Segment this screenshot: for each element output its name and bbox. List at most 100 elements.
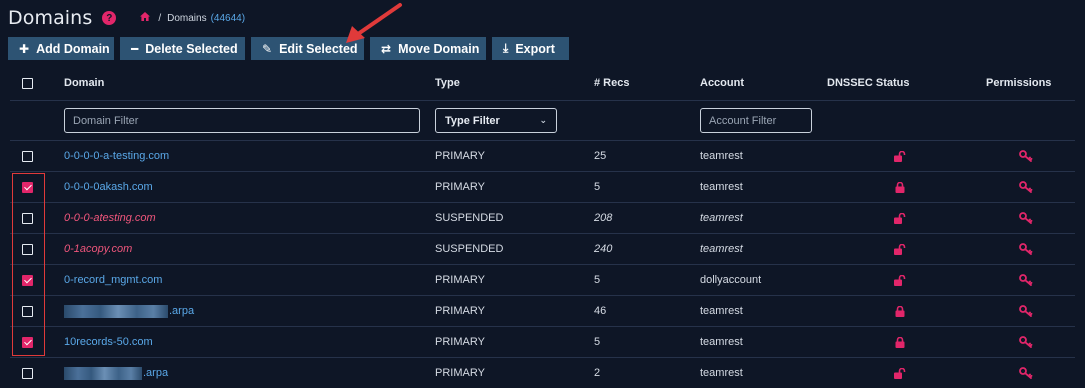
recs-cell: 5 [594,336,601,348]
lock-open-icon[interactable] [892,358,908,388]
domain-cell[interactable]: 0-0-0-atesting.com [64,203,156,233]
domain-link[interactable]: 0-0-0-0-a-testing.com [64,150,169,162]
recs-cell: 5 [594,274,601,286]
breadcrumb-current: Domains [167,12,207,24]
domain-count: (44644) [210,12,246,24]
recs-cell: 240 [594,243,613,255]
table-row[interactable]: 0-1acopy.com SUSPENDED 240 teamrest [10,234,1075,265]
key-icon[interactable] [1018,203,1034,233]
filter-row: Type Filter ⌄ [10,101,1075,141]
table-row[interactable]: 0-0-0-0akash.com PRIMARY 5 teamrest [10,172,1075,203]
row-checkbox[interactable] [22,367,33,379]
domain-link[interactable]: .arpa [143,367,168,379]
key-icon[interactable] [1018,296,1034,326]
chevron-down-icon: ⌄ [539,115,547,125]
key-icon[interactable] [1018,234,1034,264]
row-checkbox[interactable] [22,150,33,162]
domain-link[interactable]: 10records-50.com [64,336,153,348]
export-button[interactable]: ⤓ Export [492,37,569,60]
domain-link[interactable]: 0-record_mgmt.com [64,274,162,286]
page-header: Domains ? / Domains (44644) [8,6,245,30]
key-icon[interactable] [1018,358,1034,388]
domain-filter-input[interactable] [64,108,420,133]
table-row[interactable]: .arpa PRIMARY 46 teamrest [10,296,1075,327]
table-header: Domain Type # Recs Account DNSSEC Status… [10,66,1075,101]
account-cell: teamrest [700,243,743,255]
domain-cell[interactable]: .arpa [64,296,194,326]
domain-cell[interactable]: 0-0-0-0-a-testing.com [64,141,169,171]
annotation-highlight-box [12,173,45,356]
column-recs[interactable]: # Recs [594,66,629,100]
account-cell: dollyaccount [700,274,762,286]
account-cell: teamrest [700,305,743,317]
type-cell: SUSPENDED [435,212,504,224]
key-icon[interactable] [1018,141,1034,171]
column-type[interactable]: Type [435,66,460,100]
domain-cell[interactable]: 0-0-0-0akash.com [64,172,153,202]
key-icon[interactable] [1018,265,1034,295]
recs-cell: 46 [594,305,607,317]
column-dnssec[interactable]: DNSSEC Status [827,66,910,100]
table-row[interactable]: 10records-50.com PRIMARY 5 teamrest [10,327,1075,358]
type-cell: PRIMARY [435,336,485,348]
account-cell: teamrest [700,336,743,348]
domain-cell[interactable]: 0-record_mgmt.com [64,265,162,295]
account-cell: teamrest [700,367,743,379]
type-filter-label: Type Filter [445,114,500,127]
domain-link[interactable]: 0-0-0-0akash.com [64,181,153,193]
account-cell: teamrest [700,150,743,162]
type-filter-cell: Type Filter ⌄ [435,101,557,140]
domain-cell[interactable]: 0-1acopy.com [64,234,132,264]
recs-cell: 25 [594,150,607,162]
help-icon[interactable]: ? [102,11,117,25]
column-account[interactable]: Account [700,66,744,100]
export-label: Export [515,41,555,56]
breadcrumb: / Domains (44644) [140,12,245,24]
table-row[interactable]: 0-record_mgmt.com PRIMARY 5 dollyaccount [10,265,1075,296]
type-cell: PRIMARY [435,305,485,317]
select-all-cell[interactable] [22,66,33,100]
domain-cell[interactable]: .arpa [64,358,168,388]
account-filter-input[interactable] [700,108,812,133]
lock-closed-icon[interactable] [892,172,908,202]
home-icon[interactable] [140,12,151,24]
delete-selected-button[interactable]: ━ Delete Selected [120,37,245,60]
toolbar: ✚ Add Domain ━ Delete Selected ✎ Edit Se… [8,37,569,60]
domain-link[interactable]: .arpa [169,305,194,317]
select-all-checkbox[interactable] [22,77,33,89]
domain-link[interactable]: 0-1acopy.com [64,243,132,255]
table-row[interactable]: 0-0-0-atesting.com SUSPENDED 208 teamrest [10,203,1075,234]
delete-selected-label: Delete Selected [145,41,238,56]
lock-open-icon[interactable] [892,203,908,233]
recs-cell: 2 [594,367,601,379]
table-row[interactable]: .arpa PRIMARY 2 teamrest [10,358,1075,388]
domain-link[interactable]: 0-0-0-atesting.com [64,212,156,224]
add-domain-label: Add Domain [36,41,110,56]
type-cell: PRIMARY [435,367,485,379]
download-icon: ⤓ [503,41,509,55]
type-filter-select[interactable]: Type Filter ⌄ [435,108,557,133]
page-title: Domains [8,7,93,29]
type-cell: PRIMARY [435,181,485,193]
lock-open-icon[interactable] [892,234,908,264]
lock-open-icon[interactable] [892,141,908,171]
move-domain-label: Move Domain [398,41,480,56]
pencil-icon: ✎ [262,41,273,56]
add-domain-button[interactable]: ✚ Add Domain [8,37,114,60]
type-cell: PRIMARY [435,150,485,162]
lock-open-icon[interactable] [892,265,908,295]
column-domain[interactable]: Domain [64,66,104,100]
account-cell: teamrest [700,181,743,193]
lock-closed-icon[interactable] [892,296,908,326]
row-checkbox-cell[interactable] [22,358,33,388]
key-icon[interactable] [1018,327,1034,357]
breadcrumb-separator: / [158,12,162,24]
account-filter-cell [700,101,812,140]
key-icon[interactable] [1018,172,1034,202]
domain-cell[interactable]: 10records-50.com [64,327,153,357]
row-checkbox-cell[interactable] [22,141,33,171]
lock-closed-icon[interactable] [892,327,908,357]
domain-filter-cell [64,101,420,140]
column-permissions[interactable]: Permissions [986,66,1051,100]
table-row[interactable]: 0-0-0-0-a-testing.com PRIMARY 25 teamrest [10,141,1075,172]
